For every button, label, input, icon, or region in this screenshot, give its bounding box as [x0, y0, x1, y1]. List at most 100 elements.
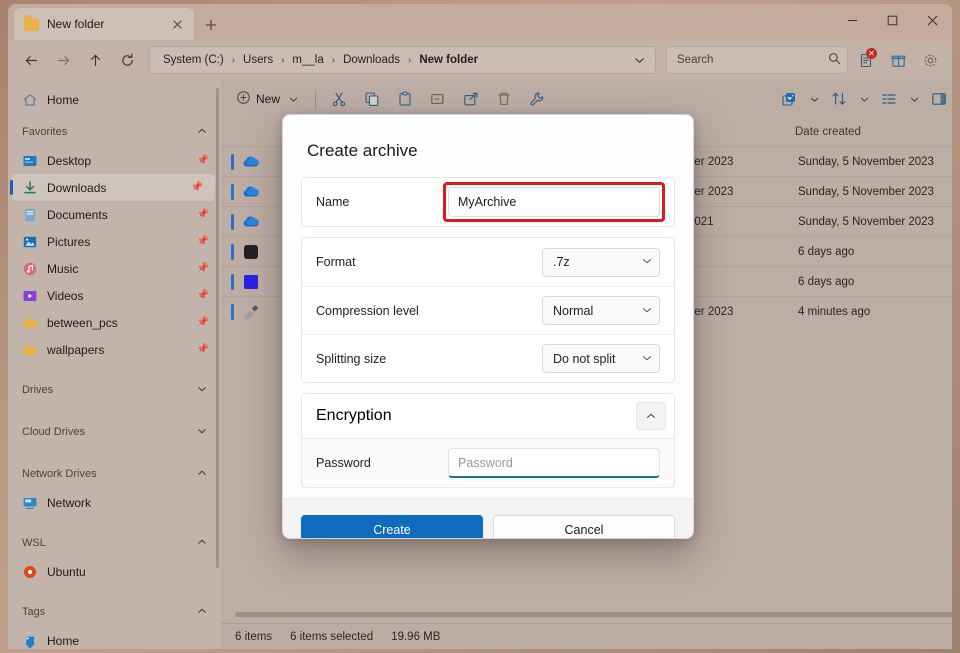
sidebar-group-tags[interactable]: Tags [8, 597, 221, 627]
up-button[interactable] [80, 45, 110, 75]
encryption-expander-header[interactable]: Encryption [302, 394, 674, 438]
home-icon [22, 92, 38, 108]
sidebar-item-tag-home[interactable]: Home [8, 627, 221, 649]
cancel-button[interactable]: Cancel [493, 514, 675, 538]
new-button[interactable]: New [231, 85, 308, 113]
sidebar-item-ubuntu[interactable]: Ubuntu [8, 558, 221, 585]
chevron-down-icon[interactable] [856, 95, 872, 104]
chevron-up-icon[interactable] [197, 468, 207, 480]
sidebar-group-drives[interactable]: Drives [8, 375, 221, 405]
new-tab-button[interactable] [196, 10, 226, 40]
pin-icon[interactable]: 📌 [197, 236, 209, 247]
sidebar-group-label: Drives [22, 384, 54, 396]
chevron-up-icon[interactable] [636, 402, 666, 430]
sync-status-icon[interactable]: ✕ [852, 46, 880, 74]
breadcrumb-item-current[interactable]: New folder [416, 53, 481, 67]
refresh-button[interactable] [112, 45, 142, 75]
close-button[interactable] [912, 4, 952, 36]
tab-new-folder[interactable]: New folder [14, 8, 194, 40]
file-explorer-window: New folder System (C:) › Users › m__la ›… [8, 4, 952, 649]
share-button[interactable] [455, 85, 487, 113]
minimize-button[interactable] [832, 4, 872, 36]
pin-icon[interactable]: 📌 [197, 290, 209, 301]
pin-icon[interactable]: 📌 [197, 155, 209, 166]
sidebar-item-downloads[interactable]: Downloads 📌 [10, 174, 215, 201]
rename-button[interactable] [422, 85, 454, 113]
compression-label: Compression level [316, 303, 419, 318]
column-header-date-created[interactable]: Date created [795, 126, 952, 138]
chevron-down-icon[interactable] [906, 95, 922, 104]
format-value: .7z [553, 255, 570, 269]
sidebar-item-label: Desktop [47, 153, 92, 168]
breadcrumb-item-0[interactable]: System (C:) [160, 53, 227, 67]
password-input[interactable]: Password [448, 448, 660, 478]
sidebar-group-cloud-drives[interactable]: Cloud Drives [8, 417, 221, 447]
sidebar-item-label: Videos [47, 288, 84, 303]
select-button[interactable] [773, 85, 805, 113]
copy-button[interactable] [356, 85, 388, 113]
sidebar-item-wallpapers[interactable]: wallpapers 📌 [8, 336, 221, 363]
chevron-down-icon[interactable] [806, 95, 822, 104]
breadcrumb[interactable]: System (C:) › Users › m__la › Downloads … [149, 46, 656, 74]
horizontal-scrollbar[interactable] [235, 612, 952, 617]
close-icon[interactable] [166, 13, 188, 35]
delete-button[interactable] [488, 85, 520, 113]
sidebar-item-between-pcs[interactable]: between_pcs 📌 [8, 309, 221, 336]
archive-name-input[interactable]: MyArchive [448, 187, 660, 217]
sidebar-item-home[interactable]: Home [8, 86, 221, 113]
chevron-down-icon[interactable] [627, 48, 651, 72]
tools-button[interactable] [521, 85, 553, 113]
new-button-label: New [256, 92, 281, 106]
back-button[interactable] [16, 45, 46, 75]
search-input[interactable]: Search [666, 46, 848, 74]
breadcrumb-item-2[interactable]: m__la [289, 53, 326, 67]
status-size: 19.96 MB [391, 630, 441, 643]
create-button[interactable]: Create [301, 514, 483, 538]
toolbar-divider [315, 90, 317, 108]
details-pane-button[interactable] [923, 85, 952, 113]
chevron-up-icon[interactable] [197, 606, 207, 618]
sidebar-item-label: between_pcs [47, 315, 118, 330]
view-button[interactable] [873, 85, 905, 113]
format-dropdown[interactable]: .7z [542, 247, 660, 277]
sidebar-item-label: Home [47, 92, 80, 107]
chevron-up-icon[interactable] [197, 126, 207, 138]
chevron-down-icon[interactable] [197, 384, 207, 396]
breadcrumb-item-1[interactable]: Users [240, 53, 276, 67]
command-bar: New [221, 80, 952, 118]
sidebar-item-desktop[interactable]: Desktop 📌 [8, 147, 221, 174]
sidebar-item-videos[interactable]: Videos 📌 [8, 282, 221, 309]
chevron-up-icon[interactable] [197, 537, 207, 549]
sidebar-scrollbar[interactable] [216, 88, 219, 568]
pin-icon[interactable]: 📌 [197, 209, 209, 220]
breadcrumb-separator: › [231, 54, 236, 66]
forward-button[interactable] [48, 45, 78, 75]
chevron-down-icon[interactable] [285, 95, 301, 104]
paste-button[interactable] [389, 85, 421, 113]
sidebar-item-pictures[interactable]: Pictures 📌 [8, 228, 221, 255]
sidebar-group-favorites[interactable]: Favorites [8, 117, 221, 147]
pin-icon[interactable]: 📌 [197, 317, 209, 328]
splitting-dropdown[interactable]: Do not split [542, 344, 660, 373]
compression-dropdown[interactable]: Normal [542, 296, 660, 325]
cut-button[interactable] [323, 85, 355, 113]
sidebar-item-music[interactable]: Music 📌 [8, 255, 221, 282]
settings-icon[interactable] [916, 46, 944, 74]
sidebar-item-network[interactable]: Network [8, 489, 221, 516]
gift-icon[interactable] [884, 46, 912, 74]
maximize-button[interactable] [872, 4, 912, 36]
sidebar-group-network-drives[interactable]: Network Drives [8, 459, 221, 489]
breadcrumb-item-3[interactable]: Downloads [340, 53, 403, 67]
pin-icon[interactable]: 📌 [197, 263, 209, 274]
splitting-value: Do not split [553, 351, 616, 366]
pin-icon[interactable]: 📌 [191, 182, 203, 193]
selection-indicator [231, 153, 234, 170]
sidebar-group-wsl[interactable]: WSL [8, 528, 221, 558]
file-date-created: 6 days ago [798, 275, 855, 288]
sidebar-group-label: Cloud Drives [22, 426, 85, 438]
sidebar-item-documents[interactable]: Documents 📌 [8, 201, 221, 228]
chevron-down-icon[interactable] [197, 426, 207, 438]
sort-button[interactable] [823, 85, 855, 113]
file-date-modified: ber 2023 [688, 185, 734, 198]
pin-icon[interactable]: 📌 [197, 344, 209, 355]
